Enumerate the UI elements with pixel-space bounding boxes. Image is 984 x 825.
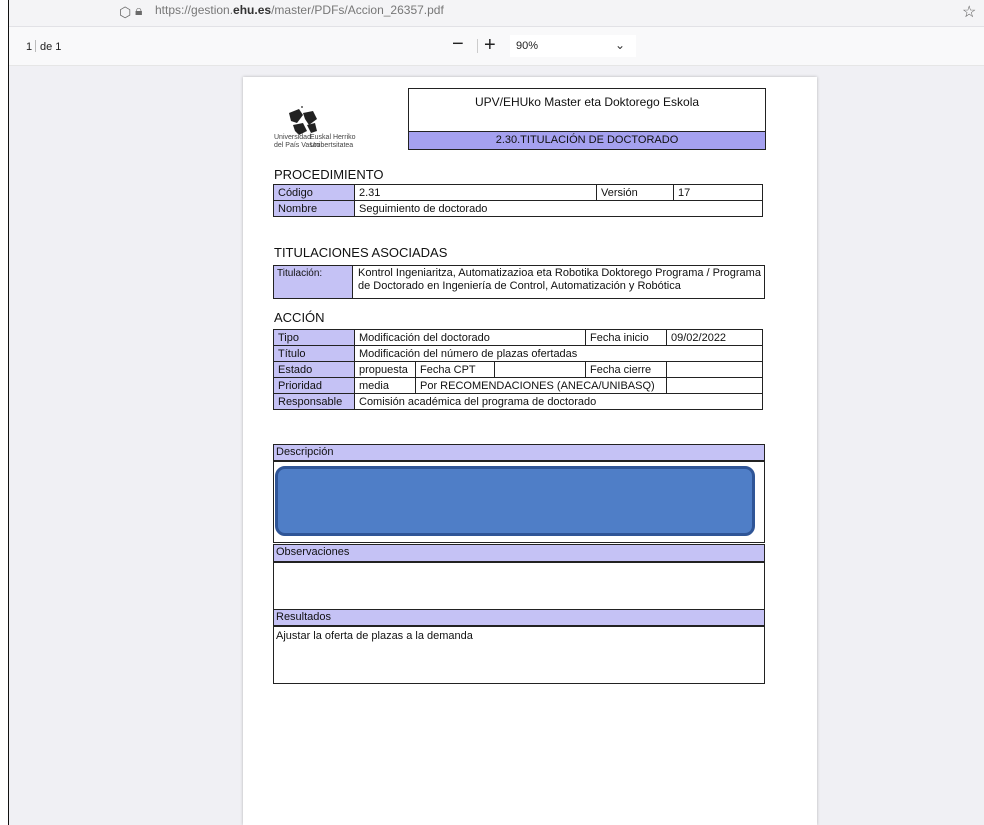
codigo-label: Código [273,184,355,201]
descripcion-label: Descripción [273,444,765,461]
procedimiento-table: Código 2.31 Versión 17 Nombre Seguimient… [273,184,763,217]
logo-caption-right: Euskal Herriko Unibertsitatea [310,134,356,149]
document-header-title: UPV/EHUko Master eta Doktorego Eskola [408,88,766,132]
nombre-label: Nombre [273,200,355,217]
estado-label: Estado [273,361,355,378]
chevron-down-icon: ⌄ [615,38,626,52]
observaciones-box [273,562,765,610]
page-count: de 1 [40,41,62,53]
zoom-select[interactable]: 90% ⌄ [510,35,636,57]
redaction-overlay [275,466,755,536]
pdf-toolbar: 1 de 1 − + 90% ⌄ [9,27,984,66]
fecha-inicio-value: 09/02/2022 [666,329,763,346]
codigo-value: 2.31 [354,184,597,201]
prioridad-extra [666,377,763,394]
document-header-subtitle: 2.30.TITULACIÓN DE DOCTORADO [408,131,766,150]
section-heading-procedimiento: PROCEDIMIENTO [274,167,384,182]
fecha-cierre-label: Fecha cierre [585,361,667,378]
zoom-value: 90% [516,40,539,52]
fecha-inicio-label: Fecha inicio [585,329,667,346]
lock-icon[interactable]: 🔒︎ [135,2,142,19]
estado-value: propuesta [354,361,416,378]
page-number-input[interactable]: 1 [26,41,32,53]
zoom-out-button[interactable]: − [452,34,464,54]
titulo-label: Título [273,345,355,362]
zoom-in-button[interactable]: + [484,34,496,57]
titulo-value: Modificación del número de plazas oferta… [354,345,763,362]
section-heading-titulaciones: TITULACIONES ASOCIADAS [274,245,448,260]
resultados-label: Resultados [273,609,765,626]
accion-table: Tipo Modificación del doctorado Fecha in… [273,329,763,410]
tipo-label: Tipo [273,329,355,346]
nombre-value: Seguimiento de doctorado [354,200,763,217]
resultados-value: Ajustar la oferta de plazas a la demanda [276,630,473,642]
version-label: Versión [596,184,674,201]
shield-icon[interactable]: ⬡ [119,4,131,21]
titulacion-label: Titulación: [274,266,353,298]
divider [477,39,478,53]
fecha-cpt-label: Fecha CPT [415,361,495,378]
titulacion-row: Titulación: Kontrol Ingeniaritza, Automa… [273,265,765,299]
url-text[interactable]: https://gestion.ehu.es/master/PDFs/Accio… [155,3,444,17]
fecha-cierre-value [666,361,763,378]
divider [35,40,36,52]
responsable-value: Comisión académica del programa de docto… [354,393,763,410]
prioridad-value: media [354,377,416,394]
titulacion-value: Kontrol Ingeniaritza, Automatizazioa eta… [358,267,761,292]
prioridad-label: Prioridad [273,377,355,394]
observaciones-label: Observaciones [273,544,765,562]
bookmark-star-icon[interactable]: ☆ [962,2,976,22]
section-heading-accion: ACCIÓN [274,310,325,325]
prioridad-motivo: Por RECOMENDACIONES (ANECA/UNIBASQ) [415,377,667,394]
version-value: 17 [673,184,763,201]
fecha-cpt-value [494,361,586,378]
tipo-value: Modificación del doctorado [354,329,586,346]
address-bar[interactable]: ⬡ 🔒︎ https://gestion.ehu.es/master/PDFs/… [9,0,984,27]
responsable-label: Responsable [273,393,355,410]
